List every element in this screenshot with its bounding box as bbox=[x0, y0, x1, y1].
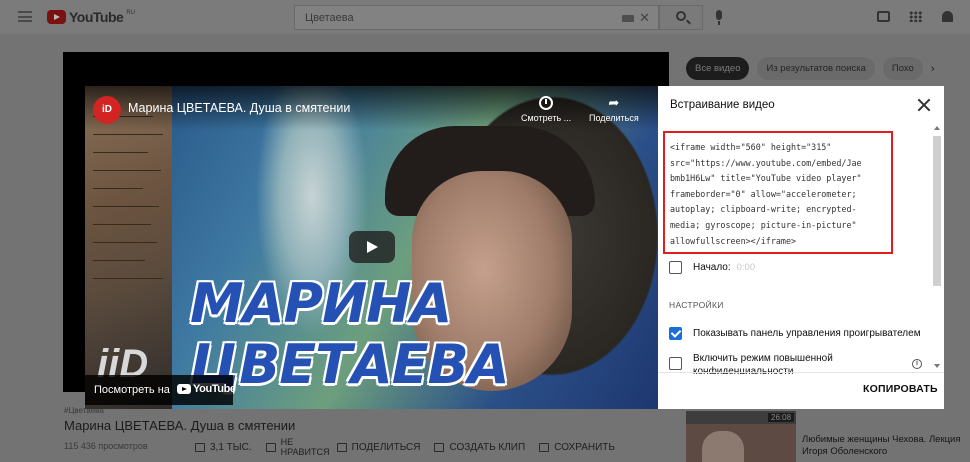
video-overlay-title[interactable]: Марина ЦВЕТАЕВА. Душа в смятении bbox=[128, 101, 350, 115]
share-icon bbox=[336, 442, 347, 452]
clear-search-icon[interactable]: ✕ bbox=[639, 10, 650, 26]
overlay-name-line1: МАРИНА bbox=[190, 272, 452, 335]
settings-heading: НАСТРОЙКИ bbox=[669, 300, 724, 310]
video-title: Марина ЦВЕТАЕВА. Душа в смятении bbox=[64, 418, 296, 433]
start-time-row: Начало: 0:00 bbox=[669, 261, 755, 274]
like-count: 3,1 ТЫС. bbox=[210, 441, 252, 453]
youtube-mini-wordmark: YouTube bbox=[193, 383, 236, 395]
privacy-row bbox=[669, 357, 682, 370]
youtube-wordmark: YouTube bbox=[69, 9, 124, 25]
save-button[interactable]: СОХРАНИТЬ bbox=[539, 437, 615, 457]
clip-label: СОЗДАТЬ КЛИП bbox=[449, 441, 526, 453]
search-button[interactable] bbox=[659, 5, 703, 30]
view-count: 115 436 просмотров bbox=[64, 441, 148, 451]
dislike-button[interactable]: НЕ НРАВИТСЯ bbox=[265, 437, 330, 457]
overlay-name-line2: ЦВЕТАЕВА bbox=[190, 333, 510, 396]
video-meta: #Цветаева Марина ЦВЕТАЕВА. Душа в смятен… bbox=[64, 406, 295, 433]
close-icon[interactable] bbox=[916, 97, 932, 113]
scroll-down-arrow[interactable] bbox=[934, 364, 940, 368]
watch-on-youtube-button[interactable]: Посмотреть на YouTube bbox=[85, 375, 236, 405]
scroll-thumb[interactable] bbox=[933, 136, 941, 286]
youtube-mini-play-icon bbox=[177, 384, 191, 394]
play-button[interactable] bbox=[349, 231, 395, 263]
channel-avatar[interactable]: iD bbox=[93, 96, 121, 124]
start-time-checkbox[interactable] bbox=[669, 261, 682, 274]
panel-divider bbox=[658, 372, 944, 373]
share-video-label: Поделиться bbox=[589, 113, 639, 123]
show-controls-checkbox[interactable] bbox=[669, 327, 682, 340]
share-video-button[interactable]: ➦ Поделиться bbox=[589, 95, 639, 124]
search-icon bbox=[676, 11, 686, 21]
menu-icon[interactable] bbox=[18, 11, 32, 22]
start-time-label: Начало: bbox=[693, 262, 731, 273]
embed-video-preview[interactable]: iD Марина ЦВЕТАЕВА. Душа в смятении Смот… bbox=[85, 86, 658, 409]
chip-all[interactable]: Все видео bbox=[686, 57, 750, 80]
thumb-up-icon bbox=[195, 442, 205, 452]
panel-title: Встраивание видео bbox=[670, 99, 775, 111]
share-label: ПОДЕЛИТЬСЯ bbox=[351, 441, 421, 453]
embed-panel: Встраивание видео <iframe width="560" he… bbox=[658, 86, 944, 409]
create-video-icon[interactable] bbox=[877, 11, 890, 22]
share-arrow-icon: ➦ bbox=[608, 95, 620, 110]
mic-icon[interactable] bbox=[716, 10, 722, 25]
youtube-play-icon bbox=[47, 10, 66, 24]
notifications-icon[interactable] bbox=[942, 11, 953, 22]
clip-button[interactable]: СОЗДАТЬ КЛИП bbox=[434, 437, 525, 457]
chip-from-search[interactable]: Из результатов поиска bbox=[757, 57, 875, 80]
clock-icon bbox=[539, 96, 554, 110]
scroll-up-arrow[interactable] bbox=[934, 126, 940, 130]
embed-code-text[interactable]: <iframe width="560" height="315" src="ht… bbox=[670, 140, 882, 249]
sidebar-video-title[interactable]: Любимые женщины Чехова. Лекция Игоря Обо… bbox=[802, 434, 962, 458]
share-button[interactable]: ПОДЕЛИТЬСЯ bbox=[336, 437, 421, 457]
watch-later-button[interactable]: Смотреть ... bbox=[521, 96, 571, 123]
filter-chips: Все видео Из результатов поиска Похо › bbox=[686, 57, 934, 80]
video-actions: 3,1 ТЫС. НЕ НРАВИТСЯ ПОДЕЛИТЬСЯ СОЗДАТЬ … bbox=[195, 437, 615, 457]
keyboard-icon[interactable] bbox=[622, 15, 634, 22]
chevron-right-icon[interactable]: › bbox=[931, 63, 935, 75]
start-time-value[interactable]: 0:00 bbox=[737, 262, 756, 273]
privacy-checkbox[interactable] bbox=[669, 357, 682, 370]
chip-related[interactable]: Похо bbox=[882, 57, 923, 80]
show-controls-label: Показывать панель управления проигрывате… bbox=[693, 328, 921, 339]
dislike-label: НЕ НРАВИТСЯ bbox=[280, 437, 330, 457]
thumb-down-icon bbox=[265, 442, 276, 452]
info-icon[interactable]: i bbox=[912, 359, 922, 369]
search-query: Цветаева bbox=[305, 12, 354, 24]
playlist-add-icon bbox=[539, 442, 550, 452]
copy-button[interactable]: КОПИРОВАТЬ bbox=[863, 383, 938, 395]
like-button[interactable]: 3,1 ТЫС. bbox=[195, 437, 252, 457]
panel-scrollbar[interactable] bbox=[933, 126, 941, 371]
region-code: RU bbox=[126, 10, 135, 16]
apps-icon[interactable] bbox=[909, 11, 922, 22]
scissors-icon bbox=[434, 442, 445, 452]
search-input[interactable]: Цветаева ✕ bbox=[294, 5, 659, 30]
privacy-label: Включить режим повышенной конфиденциальн… bbox=[693, 353, 833, 374]
watch-later-label: Смотреть ... bbox=[521, 113, 572, 123]
youtube-logo[interactable]: YouTube RU bbox=[47, 9, 135, 25]
duration-badge: 26:08 bbox=[768, 413, 795, 422]
youtube-mini-logo: YouTube bbox=[177, 383, 236, 395]
show-controls-row: Показывать панель управления проигрывате… bbox=[669, 327, 921, 340]
watch-on-label: Посмотреть на bbox=[94, 384, 170, 396]
top-bar: YouTube RU Цветаева ✕ bbox=[0, 0, 970, 34]
save-label: СОХРАНИТЬ bbox=[554, 441, 615, 453]
